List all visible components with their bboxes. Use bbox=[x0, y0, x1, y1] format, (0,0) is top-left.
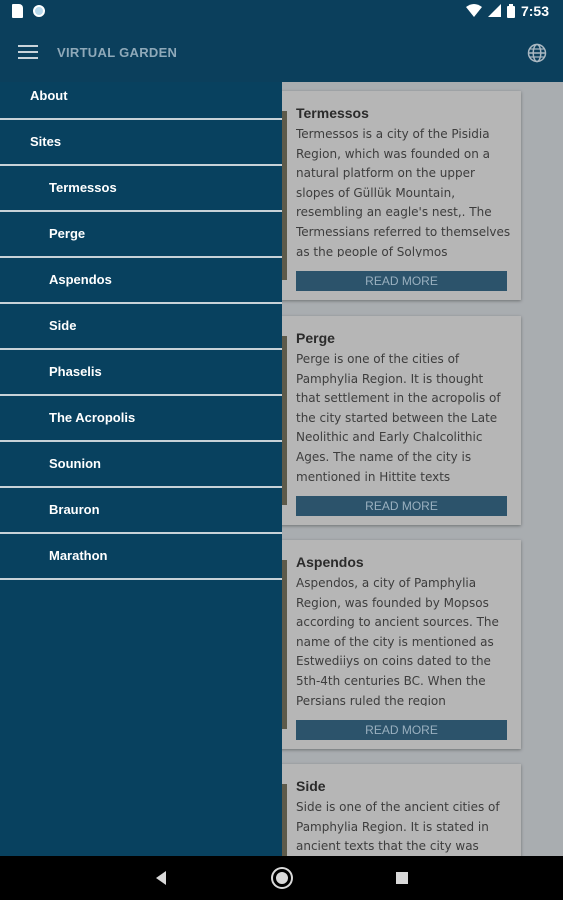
globe-icon[interactable] bbox=[527, 43, 547, 63]
status-time: 7:53 bbox=[520, 3, 549, 19]
drawer-item-termessos[interactable]: Termessos bbox=[0, 166, 282, 212]
read-more-button[interactable]: READ MORE bbox=[296, 271, 507, 291]
drawer-item-marathon[interactable]: Marathon bbox=[0, 534, 282, 580]
read-more-button[interactable]: READ MORE bbox=[296, 496, 507, 516]
status-bar: 7:53 bbox=[0, 0, 563, 24]
site-card[interactable]: Side Side is one of the ancient cities o… bbox=[275, 764, 521, 856]
site-description: Side is one of the ancient cities of Pam… bbox=[296, 800, 500, 854]
wifi-icon bbox=[465, 4, 482, 17]
sd-card-icon bbox=[12, 4, 23, 18]
site-title: Side bbox=[296, 778, 326, 794]
drawer-item-about[interactable]: About bbox=[0, 82, 282, 120]
read-more-button[interactable]: READ MORE bbox=[296, 720, 507, 740]
site-card[interactable]: Perge Perge is one of the cities of Pamp… bbox=[275, 316, 521, 525]
back-icon[interactable] bbox=[156, 871, 166, 885]
system-navigation-bar bbox=[0, 856, 563, 900]
site-title: Perge bbox=[296, 330, 335, 346]
app-notification-icon bbox=[33, 5, 45, 17]
navigation-drawer: About Sites Termessos Perge Aspendos Sid… bbox=[0, 82, 282, 856]
drawer-item-brauron[interactable]: Brauron bbox=[0, 488, 282, 534]
drawer-item-phaselis[interactable]: Phaselis bbox=[0, 350, 282, 396]
app-title: VIRTUAL GARDEN bbox=[57, 45, 178, 60]
drawer-item-acropolis[interactable]: The Acropolis bbox=[0, 396, 282, 442]
drawer-item-sites[interactable]: Sites bbox=[0, 120, 282, 166]
home-icon[interactable] bbox=[273, 869, 291, 887]
battery-icon bbox=[506, 4, 515, 18]
site-title: Aspendos bbox=[296, 554, 364, 570]
site-description: Aspendos, a city of Pamphylia Region, wa… bbox=[296, 576, 499, 706]
site-card[interactable]: Aspendos Aspendos, a city of Pamphylia R… bbox=[275, 540, 521, 749]
recent-apps-icon[interactable] bbox=[396, 872, 408, 884]
drawer-item-side[interactable]: Side bbox=[0, 304, 282, 350]
drawer-item-sounion[interactable]: Sounion bbox=[0, 442, 282, 488]
drawer-item-perge[interactable]: Perge bbox=[0, 212, 282, 258]
site-card[interactable]: Termessos Termessos is a city of the Pis… bbox=[275, 91, 521, 300]
site-title: Termessos bbox=[296, 105, 369, 121]
app-bar: VIRTUAL GARDEN bbox=[0, 24, 563, 82]
hamburger-menu-icon[interactable] bbox=[18, 45, 38, 61]
site-description: Termessos is a city of the Pisidia Regio… bbox=[296, 127, 511, 257]
site-description: Perge is one of the cities of Pamphylia … bbox=[296, 352, 501, 482]
drawer-item-aspendos[interactable]: Aspendos bbox=[0, 258, 282, 304]
signal-icon bbox=[487, 4, 501, 17]
